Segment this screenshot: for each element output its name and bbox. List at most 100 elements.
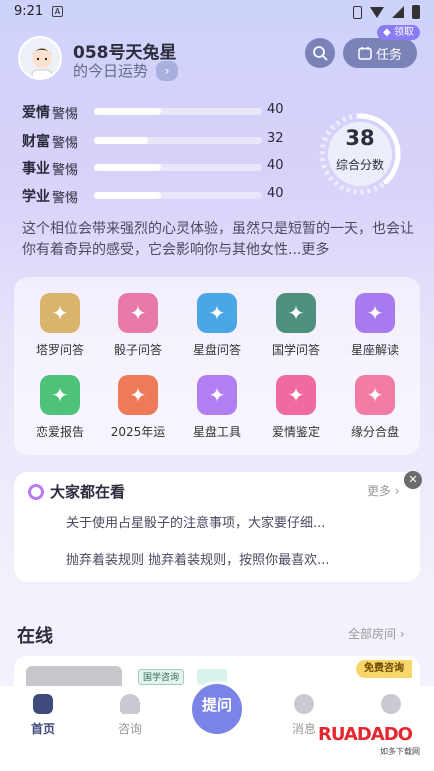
signal-icon <box>392 6 404 18</box>
tool-yinyang[interactable]: ✦ 2025年运 <box>98 375 178 440</box>
metric-value: 40 <box>267 158 284 173</box>
dice-icon: ✦ <box>118 293 158 333</box>
trending-item[interactable]: 关于使用占星骰子的注意事项，大家要仔细... <box>66 512 325 531</box>
clipboard-icon: ✦ <box>197 375 237 415</box>
score-ring <box>319 113 401 195</box>
search-ring-icon <box>28 483 44 500</box>
calendar-icon <box>358 47 372 60</box>
metric-love: 爱情 警惕 40 <box>22 101 287 122</box>
claim-badge[interactable]: ◆ 领取 <box>377 25 420 40</box>
metric-level: 警惕 <box>52 191 79 206</box>
close-icon[interactable]: ✕ <box>404 471 422 489</box>
tool-heart[interactable]: ✦ 爱情鉴定 <box>256 375 336 440</box>
fortune-description[interactable]: 这个相位会带来强烈的心灵体验，虽然只是短暂的一天，也会让你有着奇异的感受，它会影… <box>22 219 417 261</box>
score-label: 综合分数 <box>335 158 384 172</box>
online-section-title: 在线 <box>17 626 53 647</box>
trending-item[interactable]: 抛弃着装规则 抛弃着装规则，按照你最喜欢... <box>66 549 330 568</box>
app-notification-icon: A <box>52 6 63 17</box>
heart-icon: ✦ <box>276 375 316 415</box>
tool-label: 缘分合盘 <box>350 425 399 439</box>
ask-label: 提问 <box>201 696 232 714</box>
tool-label: 国学问答 <box>271 343 320 357</box>
search-button[interactable] <box>305 38 335 68</box>
tool-clipboard[interactable]: ✦ 星盘工具 <box>177 375 257 440</box>
status-icons <box>353 5 420 19</box>
battery-icon <box>412 5 420 19</box>
heart-bubble-icon: ✦ <box>355 375 395 415</box>
room-category-tag: 国学咨询 <box>138 669 185 685</box>
tool-heart-bubble[interactable]: ✦ 缘分合盘 <box>335 375 415 440</box>
tool-label: 塔罗问答 <box>35 343 84 357</box>
metric-value: 32 <box>267 131 284 146</box>
yinyang-icon: ✦ <box>118 375 158 415</box>
tool-love-report[interactable]: ✦ 恋爱报告 <box>20 375 100 440</box>
score-value: 38 <box>345 126 375 150</box>
status-time: 9:21 <box>14 4 44 19</box>
trending-header: 大家都在看 <box>28 481 125 502</box>
tool-tarot[interactable]: ✦ 塔罗问答 <box>20 293 100 358</box>
metric-name: 爱情 <box>22 105 50 121</box>
tool-label: 爱情鉴定 <box>271 425 320 439</box>
metric-fill <box>94 137 148 144</box>
claim-label: 领取 <box>393 27 414 38</box>
constellation-icon: ✦ <box>355 293 395 333</box>
tool-label: 星盘工具 <box>192 425 241 439</box>
metric-track <box>94 108 262 115</box>
metric-level: 警惕 <box>52 107 79 122</box>
metric-level: 警惕 <box>52 136 79 151</box>
astrolabe-icon: ✦ <box>197 293 237 333</box>
metric-track <box>94 164 262 171</box>
love-report-icon: ✦ <box>40 375 80 415</box>
description-text: 这个相位会带来强烈的心灵体验，虽然只是短暂的一天，也会让你有着奇异的感受，它会影… <box>22 221 414 258</box>
metric-name: 事业 <box>22 161 50 177</box>
message-icon <box>294 694 314 714</box>
tool-label: 骰子问答 <box>113 343 162 357</box>
tab-consult-label: 咨询 <box>117 722 142 736</box>
tool-astrolabe[interactable]: ✦ 星盘问答 <box>177 293 257 358</box>
watermark-logo: RUADADO <box>318 724 413 745</box>
metric-fill <box>94 164 162 171</box>
tab-home-label: 首页 <box>30 722 55 736</box>
profile-icon <box>381 694 401 714</box>
wifi-icon <box>370 6 384 18</box>
metric-fill <box>94 192 162 199</box>
tab-home[interactable]: 首页 <box>3 686 83 737</box>
status-bar: 9:21 A <box>0 0 434 24</box>
metric-value: 40 <box>267 186 284 201</box>
tarot-icon: ✦ <box>40 293 80 333</box>
task-label: 任务 <box>375 47 402 63</box>
watermark-subtitle: 如多下载网 <box>380 747 420 756</box>
metric-career: 事业 警惕 40 <box>22 157 287 178</box>
today-fortune-link[interactable]: 的今日运势 › <box>73 60 179 81</box>
metric-name: 财富 <box>22 134 50 150</box>
chevron-right-icon: › <box>156 60 179 81</box>
ask-button[interactable]: 提问 <box>189 681 245 737</box>
metric-level: 警惕 <box>52 163 79 178</box>
home-icon <box>33 694 53 714</box>
metric-track <box>94 137 262 144</box>
tab-consult[interactable]: 咨询 <box>90 686 170 737</box>
search-icon <box>313 46 328 61</box>
tool-book[interactable]: ✦ 国学问答 <box>256 293 336 358</box>
tool-dice[interactable]: ✦ 骰子问答 <box>98 293 178 358</box>
tab-profile[interactable] <box>351 686 431 714</box>
graduation-cap-icon <box>120 694 140 714</box>
book-icon: ✦ <box>276 293 316 333</box>
metric-track <box>94 192 262 199</box>
tool-label: 2025年运 <box>110 425 166 439</box>
tool-constellation[interactable]: ✦ 星座解读 <box>335 293 415 358</box>
trending-title: 大家都在看 <box>50 483 126 501</box>
metric-name: 学业 <box>22 189 50 205</box>
avatar[interactable] <box>18 36 62 80</box>
trending-more-label: 更多 <box>367 484 392 498</box>
all-rooms-link[interactable]: 全部房间 › <box>348 625 405 642</box>
metric-wealth: 财富 警惕 32 <box>22 130 287 151</box>
description-more-link[interactable]: 更多 <box>301 242 329 258</box>
tool-label: 星座解读 <box>350 343 399 357</box>
metric-fill <box>94 108 162 115</box>
trending-more-link[interactable]: 更多 › <box>367 482 400 499</box>
today-fortune-label: 的今日运势 <box>73 62 149 80</box>
all-rooms-label: 全部房间 <box>348 627 397 641</box>
vibrate-icon <box>353 5 362 19</box>
task-button[interactable]: 任务 <box>343 38 417 68</box>
